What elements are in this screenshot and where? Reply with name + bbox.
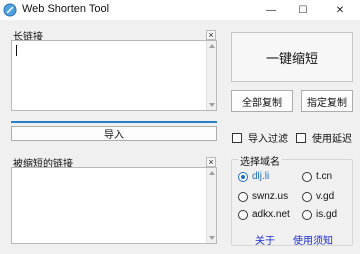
domain-option-v-gd[interactable]: v.gd [302, 191, 334, 202]
copy-selected-button[interactable]: 指定复制 [301, 90, 353, 112]
close-button[interactable]: ✕ [325, 0, 355, 20]
clear-shortened-link-button[interactable]: × [206, 157, 216, 167]
minimize-button[interactable]: — [256, 0, 286, 20]
clear-long-link-button[interactable]: × [206, 30, 216, 40]
about-link[interactable]: 关于 [255, 232, 275, 247]
domain-label: t.cn [316, 171, 333, 182]
domain-radio[interactable] [238, 191, 248, 202]
long-link-scrollbar[interactable] [206, 41, 216, 110]
shorten-button[interactable]: 一键缩短 [231, 32, 353, 82]
import-button[interactable]: 导入 [11, 126, 217, 141]
domain-label: dlj.li [252, 171, 270, 182]
domain-radio[interactable] [302, 171, 312, 182]
scroll-up-arrow-icon[interactable] [209, 171, 215, 175]
text-caret [16, 45, 17, 56]
scroll-up-arrow-icon[interactable] [209, 44, 215, 48]
title-bar: Web Shorten Tool — ☐ ✕ [0, 0, 360, 20]
domain-radio[interactable] [302, 209, 312, 220]
domain-option-swnz-us[interactable]: swnz.us [238, 191, 288, 202]
use-delay-option[interactable]: 使用延迟 [296, 130, 352, 145]
use-delay-label: 使用延迟 [312, 134, 352, 145]
window-title: Web Shorten Tool [22, 3, 110, 15]
import-filter-label: 导入过滤 [248, 134, 288, 145]
domain-radio[interactable] [238, 209, 248, 220]
scroll-down-arrow-icon[interactable] [209, 103, 215, 107]
domain-label: swnz.us [252, 191, 289, 202]
domain-label: adkx.net [252, 209, 290, 220]
shortened-link-scrollbar[interactable] [206, 168, 216, 243]
domain-option-dlj-li[interactable]: dlj.li [238, 171, 269, 182]
domain-option-t-cn[interactable]: t.cn [302, 171, 332, 182]
long-link-input[interactable] [11, 40, 217, 111]
import-filter-option[interactable]: 导入过滤 [232, 130, 288, 145]
domain-option-is-gd[interactable]: is.gd [302, 209, 337, 220]
domain-label: v.gd [316, 191, 335, 202]
domain-group-label: 选择域名 [238, 153, 282, 168]
domain-label: is.gd [316, 209, 338, 220]
progress-bar [11, 121, 217, 123]
instructions-link[interactable]: 使用须知 [293, 232, 333, 247]
domain-option-adkx-net[interactable]: adkx.net [238, 209, 290, 220]
scroll-down-arrow-icon[interactable] [209, 236, 215, 240]
app-link-icon [3, 3, 17, 17]
domain-radio[interactable] [302, 191, 312, 202]
copy-all-button[interactable]: 全部复制 [231, 90, 293, 112]
use-delay-checkbox[interactable] [296, 132, 306, 143]
maximize-button[interactable]: ☐ [288, 0, 318, 20]
domain-radio-selected[interactable] [238, 171, 248, 182]
shortened-link-output[interactable] [11, 167, 217, 244]
import-filter-checkbox[interactable] [232, 132, 242, 143]
